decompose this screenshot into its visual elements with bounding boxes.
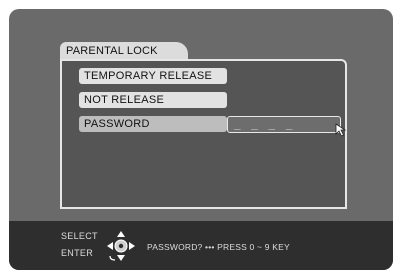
footer-bar: SELECT ENTER PASSWORD? ••• PRESS 0 ~ 9 K… xyxy=(9,221,393,270)
menu-title-tab: PARENTAL LOCK xyxy=(60,42,188,60)
pointer-cursor-icon xyxy=(335,123,347,137)
menu-item-temporary-release[interactable]: TEMPORARY RELEASE xyxy=(79,68,227,84)
menu-item-not-release[interactable]: NOT RELEASE xyxy=(79,92,227,108)
select-label: SELECT xyxy=(61,231,98,241)
menu-item-password[interactable]: PASSWORD xyxy=(79,116,227,132)
osd-screen: PARENTAL LOCK TEMPORARY RELEASE NOT RELE… xyxy=(9,9,393,270)
enter-label: ENTER xyxy=(61,248,94,258)
password-hint-text: PASSWORD? ••• PRESS 0 ~ 9 KEY xyxy=(147,242,290,252)
password-input[interactable]: _ _ _ _ xyxy=(227,116,341,133)
navigation-pad-icon xyxy=(107,231,135,261)
